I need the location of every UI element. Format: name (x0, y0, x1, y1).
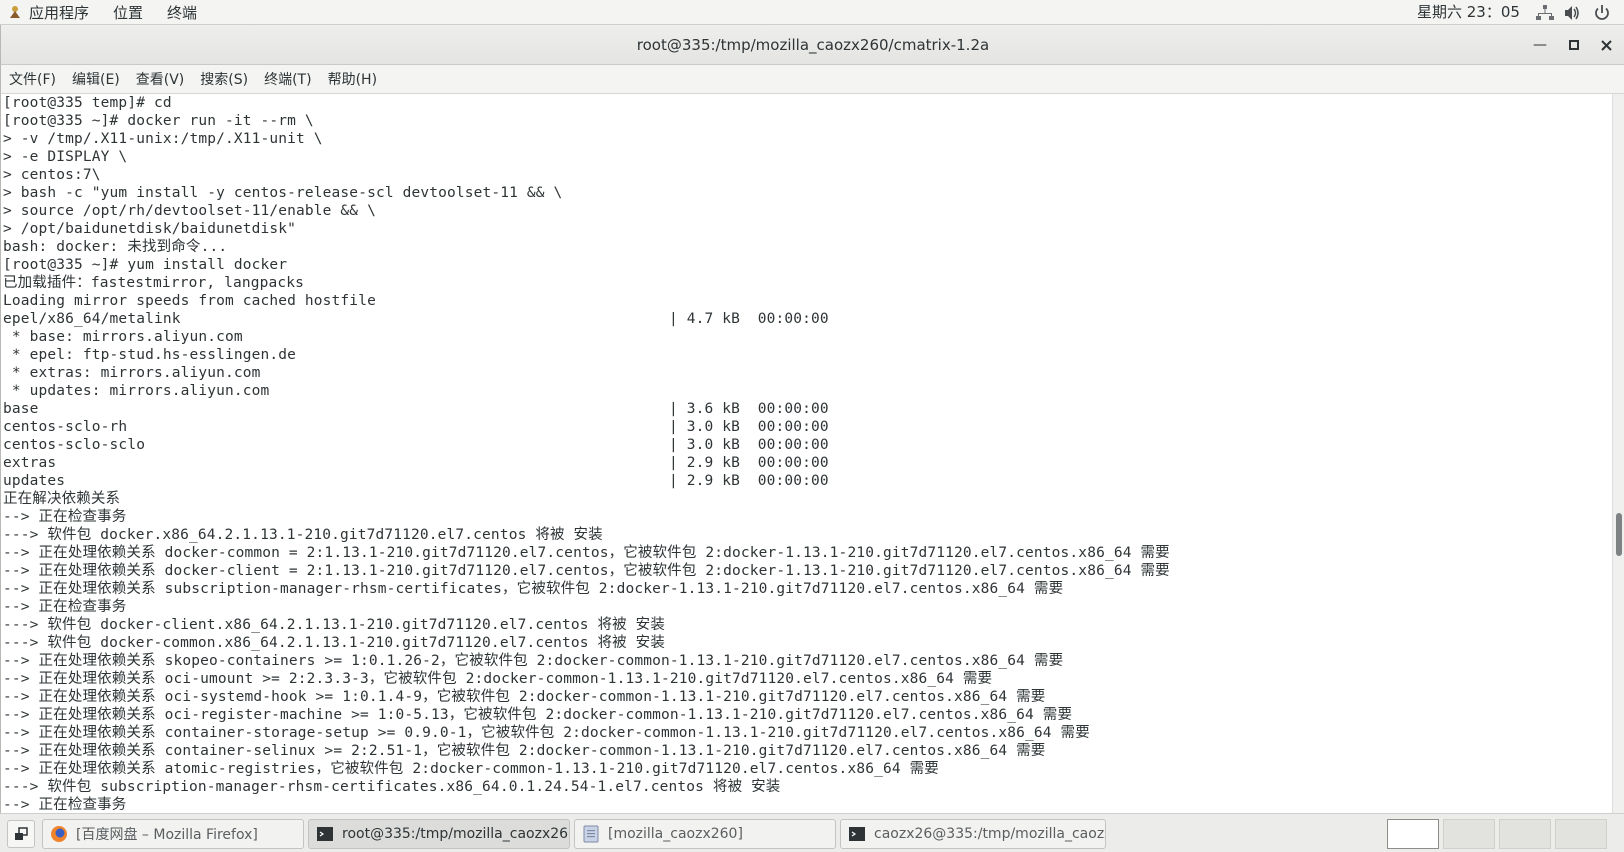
applications-icon (10, 6, 20, 18)
minimize-icon: — (1533, 37, 1547, 53)
terminal-line: --> 正在处理依赖关系 docker-client = 2:1.13.1-21… (3, 563, 1170, 579)
terminal-line: > -v /tmp/.X11-unix:/tmp/.X11-unit \ (3, 131, 323, 147)
menu-terminal[interactable]: 终端(T) (264, 69, 311, 89)
terminal-line: [root@335 ~]# docker run -it --rm \ (3, 113, 314, 129)
places-menu[interactable]: 位置 (101, 0, 155, 25)
terminal-line: --> 正在检查事务 (3, 509, 127, 525)
terminal-line: --> 正在处理依赖关系 oci-systemd-hook >= 1:0.1.4… (3, 689, 1046, 705)
window-title: root@335:/tmp/mozilla_caozx260/cmatrix-1… (636, 36, 990, 54)
network-icon[interactable] (1536, 4, 1554, 22)
terminal-line: 已加载插件：fastestmirror, langpacks (3, 275, 305, 291)
task-firefox[interactable]: [百度网盘 – Mozilla Firefox] (42, 819, 304, 849)
terminal-line: > bash -c "yum install -y centos-release… (3, 185, 563, 201)
terminal-line: updates | 2.9 kB 00:00:00 (3, 473, 829, 489)
terminal-line: centos-sclo-sclo | 3.0 kB 00:00:00 (3, 437, 829, 453)
task-label: [mozilla_caozx260] (608, 826, 743, 842)
volume-icon[interactable] (1563, 4, 1581, 22)
minimize-button[interactable]: — (1528, 33, 1552, 57)
show-desktop-icon (15, 827, 28, 840)
menu-bar: 文件(F) 编辑(E) 查看(V) 搜索(S) 终端(T) 帮助(H) (0, 65, 1624, 94)
terminal-line: --> 正在处理依赖关系 oci-umount >= 2:2.3.3-3，它被软… (3, 671, 993, 687)
task-terminal-caozx26[interactable]: caozx26@335:/tmp/mozilla_caozx… (840, 819, 1106, 849)
terminal-line: > centos:7\ (3, 167, 101, 183)
firefox-icon (51, 826, 67, 842)
terminal-line: [root@335 ~]# yum install docker (3, 257, 288, 273)
close-icon (1600, 39, 1612, 51)
maximize-icon (1569, 40, 1579, 50)
terminal-line: centos-sclo-rh | 3.0 kB 00:00:00 (3, 419, 829, 435)
window-list-panel: [百度网盘 – Mozilla Firefox] root@335:/tmp/m… (0, 813, 1624, 852)
folder-icon (583, 825, 599, 843)
menu-file[interactable]: 文件(F) (9, 69, 56, 89)
terminal-icon (317, 827, 333, 841)
task-label: caozx26@335:/tmp/mozilla_caozx… (874, 826, 1106, 842)
terminal-line: ---> 软件包 docker-common.x86_64.2.1.13.1-2… (3, 635, 665, 651)
terminal-line: --> 正在处理依赖关系 container-selinux >= 2:2.51… (3, 743, 1046, 759)
workspace-4[interactable] (1555, 819, 1607, 849)
terminal-line: --> 正在处理依赖关系 container-storage-setup >= … (3, 725, 1090, 741)
terminal-line: ---> 软件包 docker.x86_64.2.1.13.1-210.git7… (3, 527, 603, 543)
applications-menu[interactable]: 应用程序 (0, 0, 101, 25)
terminal-app-menu[interactable]: 终端 (155, 0, 209, 25)
terminal-line: --> 正在处理依赖关系 subscription-manager-rhsm-c… (3, 581, 1064, 597)
terminal-line: 正在解决依赖关系 (3, 491, 121, 507)
terminal-line: ---> 软件包 subscription-manager-rhsm-certi… (3, 779, 781, 795)
workspace-3[interactable] (1499, 819, 1551, 849)
terminal-lines: [root@335 temp]# cd [root@335 ~]# docker … (3, 94, 1170, 813)
show-desktop-button[interactable] (7, 820, 35, 848)
terminal-line: * base: mirrors.aliyun.com (3, 329, 243, 345)
menu-edit[interactable]: 编辑(E) (72, 69, 120, 89)
close-button[interactable] (1594, 33, 1618, 57)
terminal-output[interactable]: [root@335 temp]# cd [root@335 ~]# docker … (0, 94, 1612, 813)
top-panel: 应用程序 位置 终端 星期六 23：05 (0, 0, 1624, 25)
workspace-2[interactable] (1443, 819, 1495, 849)
power-icon[interactable] (1593, 4, 1611, 22)
workspace-1[interactable] (1387, 819, 1439, 849)
terminal-line: --> 正在处理依赖关系 oci-register-machine >= 1:0… (3, 707, 1073, 723)
terminal-line: * updates: mirrors.aliyun.com (3, 383, 270, 399)
places-menu-label: 位置 (113, 3, 144, 22)
terminal-line: bash: docker: 未找到命令... (3, 239, 228, 255)
terminal-line: > source /opt/rh/devtoolset-11/enable &&… (3, 203, 376, 219)
terminal-line: extras | 2.9 kB 00:00:00 (3, 455, 829, 471)
terminal-line: * extras: mirrors.aliyun.com (3, 365, 261, 381)
terminal-line: [root@335 temp]# cd (3, 95, 172, 111)
clock[interactable]: 星期六 23：05 (1417, 0, 1520, 25)
terminal-line: epel/x86_64/metalink | 4.7 kB 00:00:00 (3, 311, 829, 327)
menu-search[interactable]: 搜索(S) (200, 69, 248, 89)
terminal-line: --> 正在检查事务 (3, 599, 127, 615)
maximize-button[interactable] (1562, 33, 1586, 57)
task-file-manager[interactable]: [mozilla_caozx260] (574, 819, 836, 849)
terminal-line: --> 正在处理依赖关系 atomic-registries，它被软件包 2:d… (3, 761, 939, 777)
terminal-line: base | 3.6 kB 00:00:00 (3, 401, 829, 417)
terminal-line: Loading mirror speeds from cached hostfi… (3, 293, 376, 309)
task-terminal-root[interactable]: root@335:/tmp/mozilla_caozx260/… (308, 819, 570, 849)
terminal-icon (849, 827, 865, 841)
terminal-line: --> 正在处理依赖关系 docker-common = 2:1.13.1-21… (3, 545, 1170, 561)
scrollbar-thumb[interactable] (1616, 513, 1622, 557)
window-titlebar[interactable]: root@335:/tmp/mozilla_caozx260/cmatrix-1… (0, 25, 1624, 65)
terminal-line: > /opt/baidunetdisk/baidunetdisk" (3, 221, 297, 237)
task-label: [百度网盘 – Mozilla Firefox] (76, 827, 258, 843)
terminal-line: * epel: ftp-stud.hs-esslingen.de (3, 347, 297, 363)
applications-menu-label: 应用程序 (29, 3, 90, 22)
terminal-line: --> 正在检查事务 (3, 797, 127, 813)
task-label: root@335:/tmp/mozilla_caozx260/… (342, 826, 569, 842)
terminal-line: --> 正在处理依赖关系 skopeo-containers >= 1:0.1.… (3, 653, 1064, 669)
terminal-app-menu-label: 终端 (167, 3, 198, 22)
menu-view[interactable]: 查看(V) (136, 69, 185, 89)
terminal-line: > -e DISPLAY \ (3, 149, 128, 165)
menu-help[interactable]: 帮助(H) (328, 69, 377, 89)
terminal-line: ---> 软件包 docker-client.x86_64.2.1.13.1-2… (3, 617, 665, 633)
terminal-scrollbar[interactable] (1612, 94, 1624, 813)
